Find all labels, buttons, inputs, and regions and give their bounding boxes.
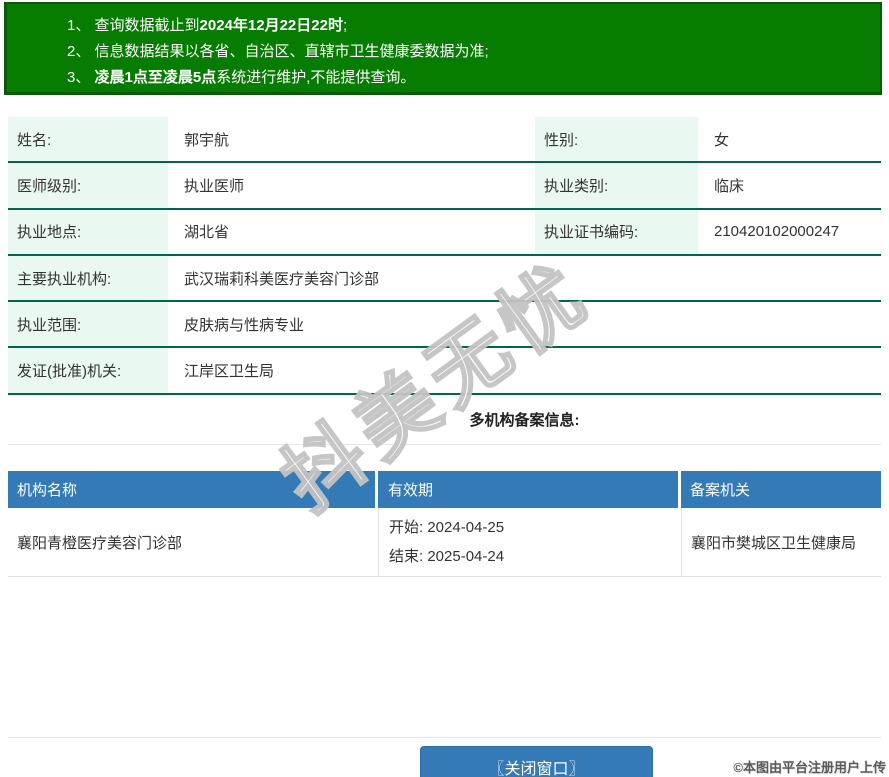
notice-panel: 1、 查询数据截止到2024年12月22日22时; 2、 信息数据结果以各省、自…: [4, 2, 882, 95]
practice-scope-value: 皮肤病与性病专业: [184, 316, 305, 334]
valid-period-cell: 开始: 2024-04-25 结束: 2025-04-24: [378, 508, 678, 576]
notice-text: 2、 信息数据结果以各省、自治区、直辖市卫生健康委数据为准;: [67, 43, 489, 60]
issuing-authority-value: 江岸区卫生局: [184, 363, 275, 381]
notice-text: ;: [342, 17, 348, 34]
practice-location-value: 湖北省: [184, 224, 230, 242]
certificate-number-value: 210420102000247: [714, 223, 840, 241]
record-authority-cell: 襄阳市樊城区卫生健康局: [681, 508, 881, 576]
table-row: 发证(批准)机关: 江岸区卫生局: [8, 348, 881, 395]
notice-text: 系统进行维护,不能提供查询。: [216, 69, 416, 86]
doctor-level-value: 执业医师: [184, 177, 245, 195]
table-row: 执业地点: 湖北省 执业证书编码: 210420102000247: [8, 209, 881, 256]
org-table-header-row: 机构名称 有效期 备案机关: [8, 471, 881, 508]
notice-bold-text: 2024年12月22日22时: [199, 17, 343, 34]
upload-credit-note: ©本图由平台注册用户上传: [733, 760, 886, 775]
notice-bold-text: 凌晨1点至凌晨5点: [94, 69, 217, 86]
close-window-button[interactable]: 〖关闭窗口〗: [420, 746, 653, 777]
doctor-level-label: 医师级别:: [8, 163, 168, 208]
org-record-table: 机构名称 有效期 备案机关 襄阳青橙医疗美容门诊部 开始: 2024-04-25…: [8, 471, 881, 577]
practice-category-value: 临床: [714, 177, 745, 195]
query-result-page: 1、 查询数据截止到2024年12月22日22时; 2、 信息数据结果以各省、自…: [0, 0, 889, 777]
org-name-cell: 襄阳青橙医疗美容门诊部: [17, 534, 183, 552]
section-divider: [8, 444, 881, 445]
notice-line-1: 1、 查询数据截止到2024年12月22日22时;: [67, 13, 870, 39]
certificate-number-label: 执业证书编码:: [535, 209, 698, 254]
table-row: 执业范围: 皮肤病与性病专业: [8, 302, 881, 349]
practice-scope-label: 执业范围:: [8, 302, 168, 347]
name-label: 姓名:: [8, 117, 168, 162]
multi-org-record-title: 多机构备案信息:: [469, 412, 580, 429]
org-name-header: 机构名称: [8, 471, 375, 508]
table-row: 医师级别: 执业医师 执业类别: 临床: [8, 163, 881, 210]
notice-text: 3、: [67, 69, 95, 86]
gender-label: 性别:: [535, 117, 698, 162]
valid-start-date: 开始: 2024-04-25: [389, 519, 505, 536]
valid-period-header: 有效期: [378, 471, 678, 508]
notice-line-2: 2、 信息数据结果以各省、自治区、直辖市卫生健康委数据为准;: [67, 39, 870, 65]
notice-line-3: 3、 凌晨1点至凌晨5点系统进行维护,不能提供查询。: [67, 65, 870, 91]
gender-value: 女: [714, 131, 730, 149]
valid-end-date: 结束: 2025-04-24: [389, 548, 505, 565]
record-authority-header: 备案机关: [681, 471, 881, 508]
issuing-authority-label: 发证(批准)机关:: [8, 348, 168, 393]
name-value: 郭宇航: [184, 131, 230, 149]
practice-location-label: 执业地点:: [8, 209, 168, 254]
table-row: 姓名: 郭宇航 性别: 女: [8, 117, 881, 164]
notice-text: 1、 查询数据截止到: [67, 17, 200, 34]
table-row: 主要执业机构: 武汉瑞莉科美医疗美容门诊部: [8, 255, 881, 303]
main-institution-value: 武汉瑞莉科美医疗美容门诊部: [184, 270, 380, 288]
footer-divider: [8, 737, 881, 738]
main-institution-label: 主要执业机构:: [8, 255, 168, 301]
table-row: 襄阳青橙医疗美容门诊部 开始: 2024-04-25 结束: 2025-04-2…: [8, 508, 881, 577]
practice-category-label: 执业类别:: [535, 163, 698, 208]
practitioner-info-table: 姓名: 郭宇航 性别: 女 医师级别: 执业医师 执业类别: 临床 执业地点: …: [8, 117, 881, 395]
